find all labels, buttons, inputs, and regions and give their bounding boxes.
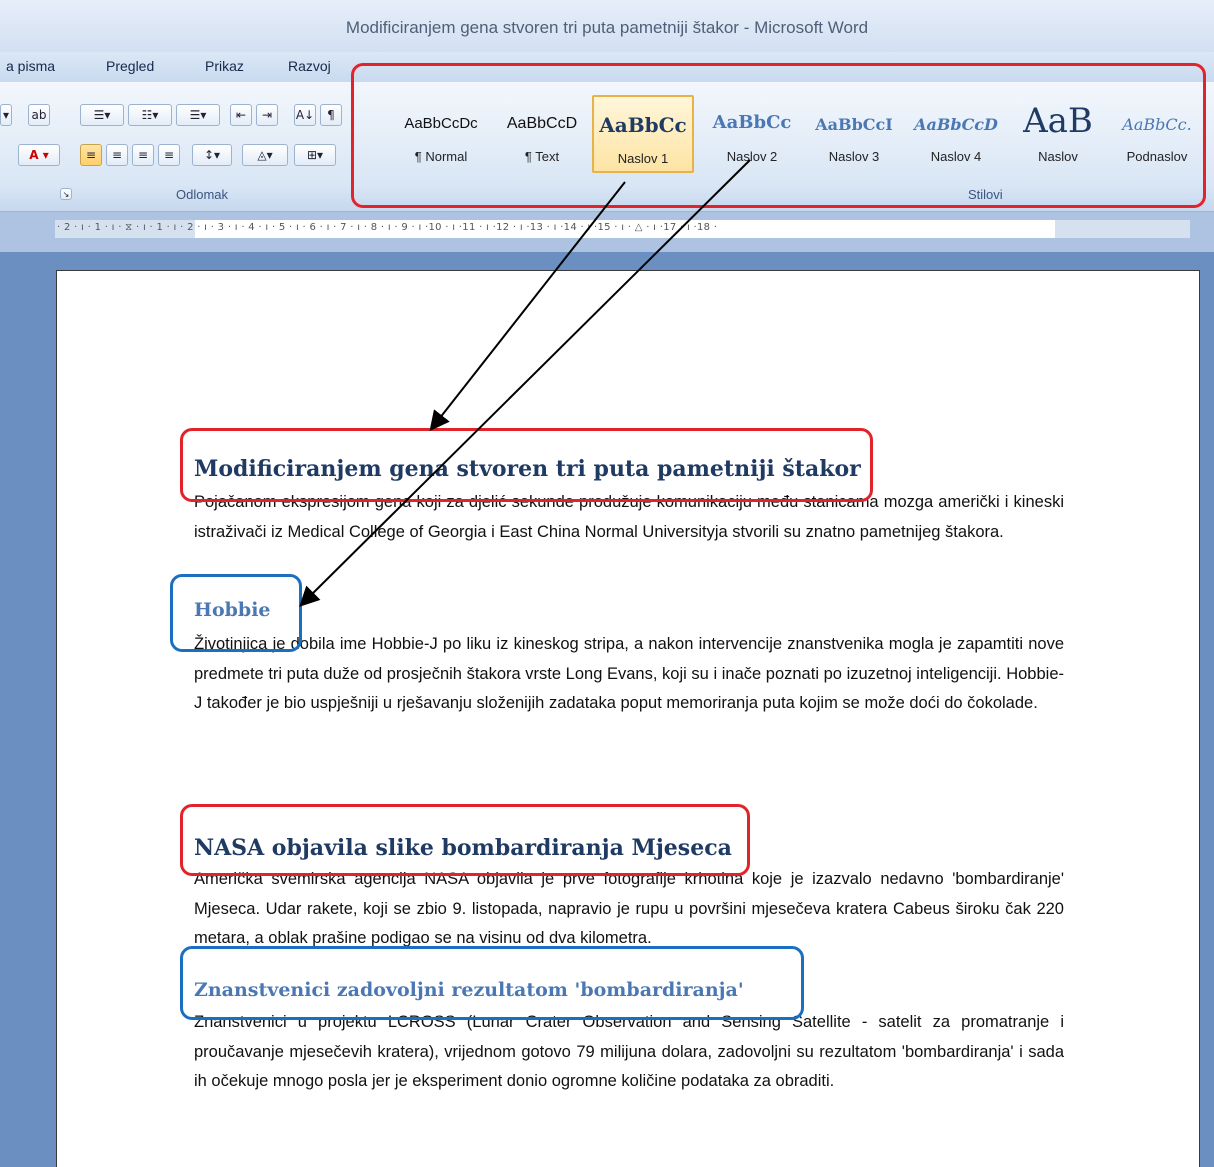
annotation-arrows bbox=[299, 159, 751, 607]
arrow-heading1 bbox=[429, 181, 626, 432]
arrow-heading2 bbox=[299, 159, 751, 607]
